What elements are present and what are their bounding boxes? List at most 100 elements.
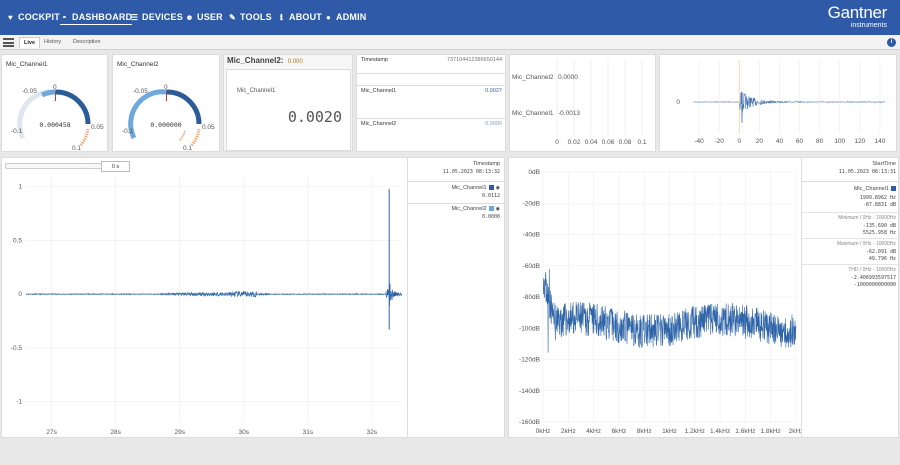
x-tick-label: 31s bbox=[303, 429, 314, 436]
gauge-tick: 0.1 bbox=[183, 145, 192, 152]
x-tick-label: 80 bbox=[816, 138, 824, 145]
value-label: Mic_Channel1 bbox=[237, 88, 276, 94]
y-tick-label: 0 bbox=[676, 99, 680, 106]
legend-series[interactable]: Mic_Channel1 ◉ bbox=[451, 185, 500, 191]
y-tick-label: 0dB bbox=[528, 169, 540, 176]
table-row-value: 0.0027 bbox=[485, 88, 502, 94]
x-tick-label: 0.06 bbox=[602, 139, 615, 146]
y-tick-label: 1 bbox=[18, 184, 22, 191]
legend-series[interactable]: Mic_Channel1 bbox=[854, 186, 896, 192]
eye-icon[interactable]: ◉ bbox=[496, 185, 500, 191]
legend-series-name: Mic_Channel2 bbox=[451, 206, 487, 212]
timestamp-label: Timestamp bbox=[361, 57, 388, 63]
nav-item-tools[interactable]: ✎ TOOLS bbox=[228, 12, 272, 22]
x-tick-label: 32s bbox=[367, 429, 378, 436]
nav-item-user[interactable]: ☻ USER bbox=[185, 12, 223, 22]
x-tick-label: 120 bbox=[854, 138, 865, 145]
stat-label: THD / 0Hz - 10000Hz bbox=[848, 267, 896, 273]
bar-value: -0.0013 bbox=[558, 110, 580, 117]
gauge-tick: 0.05 bbox=[91, 124, 104, 131]
nav-item-dashboard[interactable]: ◓ DASHBOARD bbox=[60, 12, 133, 25]
nav-item-label: USER bbox=[197, 12, 223, 22]
gauge-tick: -0.1 bbox=[11, 128, 23, 135]
bar-label: Mic_Channel2 bbox=[512, 74, 554, 81]
gauge-dial: -0.1 -0.05 0 0.05 0.1 0.000000 bbox=[122, 84, 215, 152]
time-domain-chart[interactable]: 1 0.5 0 -0.5 -1 27s 28s 29s 30s 31s 32s bbox=[2, 158, 408, 438]
bar-value-panel: Mic_Channel2 0.0000 Mic_Channel1 -0.0013… bbox=[509, 54, 656, 152]
devices-icon: ☰ bbox=[130, 13, 139, 22]
x-tick-label: 100 bbox=[834, 138, 845, 145]
x-tick-label: 140 bbox=[875, 138, 886, 145]
y-tick-label: -80dB bbox=[523, 294, 540, 301]
x-tick-label: 8kHz bbox=[637, 428, 652, 435]
admin-user-icon: ● bbox=[325, 13, 332, 22]
dashboard-tab-bar: Live History Description i bbox=[0, 35, 900, 50]
series-color-swatch bbox=[488, 185, 494, 191]
tab-description[interactable]: Description bbox=[69, 37, 105, 48]
nav-item-devices[interactable]: ☰ DEVICES bbox=[130, 12, 183, 22]
tab-history[interactable]: History bbox=[40, 37, 65, 48]
legend-series-value: 0.0000 bbox=[481, 214, 500, 220]
x-tick-label: 40 bbox=[776, 138, 784, 145]
legend-series-name: Mic_Channel1 bbox=[451, 185, 487, 191]
nav-item-about[interactable]: ℹ ABOUT bbox=[277, 12, 322, 22]
y-tick-label: -0.5 bbox=[11, 345, 23, 352]
x-tick-label: 30s bbox=[239, 429, 250, 436]
value-panel: Mic_Channel2: 0.000 Mic_Channel1 0.0020 bbox=[223, 54, 353, 152]
x-tick-label: 60 bbox=[796, 138, 804, 145]
gauge-panel-2: Mic_Channel2 -0.1 -0.05 0 0.05 0.1 0.000… bbox=[112, 54, 220, 152]
nav-item-label: ABOUT bbox=[289, 12, 322, 22]
x-tick-label: 1.6kHz bbox=[735, 428, 755, 435]
stat-value: -87.8831 dB bbox=[862, 202, 896, 208]
gauge-tick: -0.05 bbox=[133, 88, 148, 95]
x-tick-label: 0.08 bbox=[619, 139, 632, 146]
x-tick-label: 29s bbox=[174, 429, 185, 436]
x-tick-label: 0.02 bbox=[568, 139, 581, 146]
heart-icon: ♥ bbox=[8, 13, 13, 22]
x-tick-label: 20 bbox=[756, 138, 764, 145]
stat-value: -2.406993597517 bbox=[850, 275, 896, 281]
y-tick-label: -40dB bbox=[523, 232, 540, 239]
fft-plot-legend: StartTime 11.05.2023 08:13:31 Mic_Channe… bbox=[801, 158, 898, 437]
gauge-title: Mic_Channel2 bbox=[117, 61, 159, 68]
legend-time: 11.05.2023 08:13:32 bbox=[442, 169, 500, 175]
gauge-tick: -0.05 bbox=[22, 88, 37, 95]
legend-title: Timestamp bbox=[473, 161, 500, 167]
x-tick-label: 1kHz bbox=[662, 428, 677, 435]
y-tick-label: -20dB bbox=[523, 200, 540, 207]
fft-plot-panel: 0dB -20dB -40dB -60dB -80dB -100dB -120dB -140d… bbox=[508, 157, 899, 438]
legend-series-name: Mic_Channel1 bbox=[853, 186, 889, 192]
gauge-dial: -0.1 -0.05 0 0.05 0.1 0.000458 bbox=[11, 84, 104, 151]
y-tick-label: -60dB bbox=[523, 263, 540, 270]
y-tick-label: -140dB bbox=[519, 388, 540, 395]
x-tick-label: 1.8kHz bbox=[761, 428, 781, 435]
legend-series-value: 0.0112 bbox=[481, 193, 500, 199]
hamburger-menu-icon[interactable] bbox=[3, 38, 14, 47]
legend-title: StartTime bbox=[872, 161, 896, 167]
x-tick-label: 2kHz bbox=[789, 428, 801, 435]
x-tick-label: 4kHz bbox=[586, 428, 601, 435]
nav-item-cockpit[interactable]: ♥ COCKPIT bbox=[6, 12, 60, 22]
logo-sub: instruments bbox=[850, 22, 887, 29]
small-time-plot: -40 -20 0 20 40 60 80 100 120 140 0 bbox=[676, 60, 890, 145]
y-tick-label: -1 bbox=[16, 399, 22, 406]
x-tick-label: 6kHz bbox=[611, 428, 626, 435]
stat-value: 5525.958 Hz bbox=[862, 230, 896, 236]
legend-time: 11.05.2023 08:13:31 bbox=[838, 169, 896, 175]
nav-item-admin[interactable]: ● ADMIN bbox=[324, 12, 367, 22]
stat-label: Maximum / 0Hz - 10000Hz bbox=[836, 241, 896, 247]
x-tick-label: 1.2kHz bbox=[685, 428, 705, 435]
x-tick-label: 0kHz bbox=[536, 428, 551, 435]
y-tick-label: -120dB bbox=[519, 357, 540, 364]
series-color-swatch bbox=[488, 206, 494, 212]
legend-series[interactable]: Mic_Channel2 ◉ bbox=[451, 206, 500, 212]
tab-live[interactable]: Live bbox=[19, 37, 41, 48]
time-series-line bbox=[25, 283, 403, 306]
value-reading: 0.0020 bbox=[287, 108, 342, 126]
stat-label: Minimum / 0Hz - 10000Hz bbox=[838, 215, 896, 221]
gauge-tick: 0 bbox=[164, 84, 168, 91]
fft-spectrum-chart[interactable]: 0dB -20dB -40dB -60dB -80dB -100dB -120dB -140d… bbox=[509, 158, 801, 438]
info-icon[interactable]: i bbox=[887, 38, 896, 47]
eye-icon[interactable]: ◉ bbox=[496, 206, 500, 212]
table-row-label: Mic_Channel1 bbox=[361, 88, 397, 94]
